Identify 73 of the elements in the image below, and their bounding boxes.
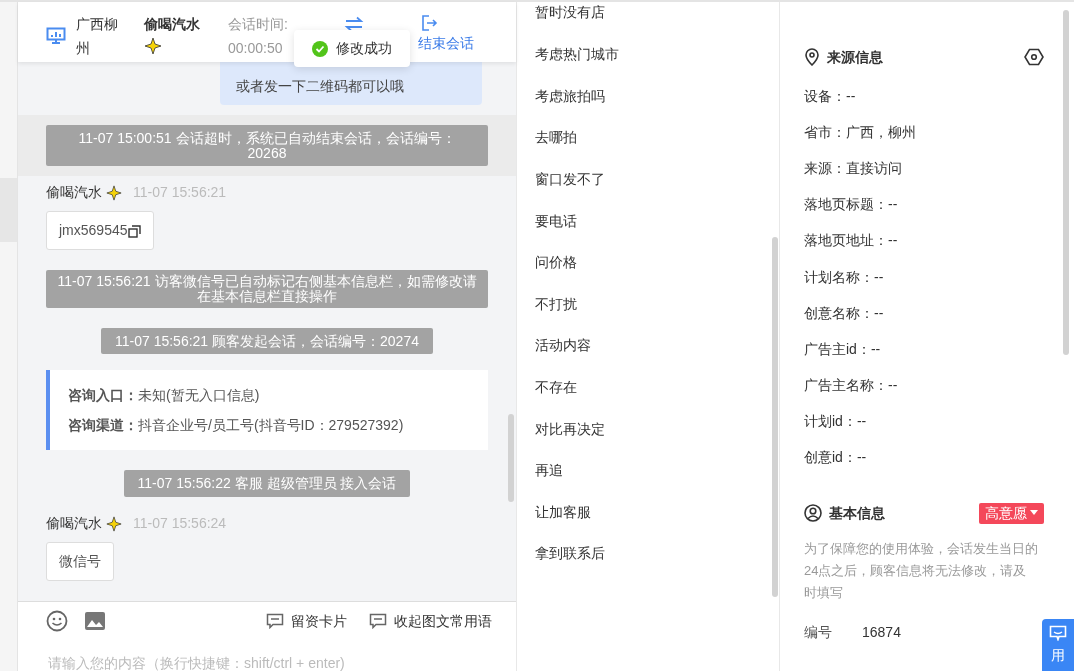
- composer-tool-button[interactable]: 收起图文常用语: [369, 610, 492, 632]
- section-title: 来源信息: [827, 47, 884, 67]
- info-line: 咨询入口：未知(暂无入口信息): [68, 386, 261, 406]
- source-field: 计划名称：--: [804, 258, 1044, 296]
- source-field: 来源：直接访问: [804, 150, 1044, 187]
- section-title: 基本信息: [829, 503, 886, 523]
- source-field: 落地页标题：--: [804, 186, 1044, 223]
- timer-label: 会话时间:: [228, 15, 289, 34]
- source-field: 创意名称：--: [804, 295, 1044, 332]
- location-pin-icon: [804, 48, 820, 66]
- message-time: 11-07 15:56:21: [133, 183, 227, 203]
- caret-icon: [1030, 509, 1038, 516]
- quick-reply-item[interactable]: 考虑热门城市: [535, 34, 761, 76]
- quick-reply-item[interactable]: 不存在: [535, 366, 761, 409]
- source-field: 创意id：--: [804, 439, 1044, 477]
- quick-reply-item[interactable]: 考虑旅拍吗: [535, 75, 761, 118]
- info-line: 咨询渠道：抖音企业号/员工号(抖音号ID：279527392): [68, 416, 405, 436]
- scrollbar[interactable]: [508, 414, 514, 502]
- emoji-icon[interactable]: [46, 610, 68, 632]
- quick-reply-item[interactable]: 要电话: [535, 200, 761, 242]
- quick-reply-item[interactable]: 不打扰: [535, 283, 761, 326]
- quick-reply-item[interactable]: 让加客服: [535, 491, 761, 534]
- message-icon: [266, 613, 284, 629]
- check-circle-icon: [312, 40, 328, 57]
- message-bubble: 或者发一下二维码都可以哦: [220, 62, 482, 105]
- sender-name: 偷喝汽水: [46, 514, 102, 534]
- scrollbar[interactable]: [772, 237, 778, 597]
- sender-name: 偷喝汽水: [46, 183, 102, 203]
- info-note: 为了保障您的使用体验，会话发生当日的24点之后，顾客信息将无法修改，请及时填写: [804, 540, 1038, 603]
- image-icon[interactable]: [84, 611, 106, 631]
- source-field: 广告主id：--: [804, 331, 1044, 368]
- settings-icon[interactable]: [1024, 48, 1044, 66]
- composer-tool-button[interactable]: 留资卡片: [266, 610, 347, 632]
- transfer-icon[interactable]: [344, 16, 364, 32]
- quick-reply-item[interactable]: 活动内容: [535, 325, 761, 367]
- quick-reply-item[interactable]: 拿到联系后: [535, 533, 761, 575]
- field-value: 16874: [862, 622, 901, 642]
- visitor-location: 广西柳州: [76, 15, 119, 58]
- success-toast: 修改成功: [294, 30, 410, 67]
- source-field: 落地页地址：--: [804, 222, 1044, 259]
- visitor-name: 偷喝汽水: [144, 16, 200, 32]
- source-field: 省市：广西，柳州: [804, 114, 1044, 151]
- exit-icon: [420, 14, 438, 32]
- system-notice: 11-07 15:56:22 客服 超级管理员 接入会话: [123, 470, 411, 498]
- system-notice: 11-07 15:00:51 会话超时，系统已自动结束会话，会话编号：20268: [46, 125, 488, 167]
- quick-reply-item[interactable]: 对比再决定: [535, 408, 761, 450]
- field-label: 编号: [804, 622, 833, 642]
- sparkle-icon: [105, 184, 122, 201]
- source-field: 计划id：--: [804, 403, 1044, 440]
- quick-reply-item[interactable]: 再追: [535, 449, 761, 492]
- message-box: 微信号: [46, 542, 114, 582]
- monitor-icon: [46, 27, 66, 45]
- quick-reply-item[interactable]: 去哪拍: [535, 117, 761, 159]
- message-time: 11-07 15:56:24: [133, 514, 227, 534]
- intent-dropdown[interactable]: 高意愿: [979, 502, 1044, 524]
- system-notice: 11-07 15:56:21 访客微信号已自动标记右侧基本信息栏，如需修改请在基本信息栏直接操作: [46, 270, 488, 308]
- quick-reply-item[interactable]: 窗口发不了: [535, 158, 761, 201]
- source-field: 广告主名称：--: [804, 367, 1044, 404]
- sparkle-icon: [105, 515, 122, 532]
- message-icon: [369, 613, 387, 629]
- system-notice: 11-07 15:56:21 顾客发起会话，会话编号：20274: [101, 327, 433, 355]
- scrollbar[interactable]: [1063, 10, 1069, 355]
- source-field: 设备：--: [804, 78, 1044, 115]
- float-service-button[interactable]: 用: [1042, 619, 1074, 671]
- quick-reply-item[interactable]: 问价格: [535, 241, 761, 284]
- chat-icon: [1049, 625, 1067, 641]
- timer-value: 00:00:50: [228, 39, 284, 58]
- copy-icon[interactable]: [127, 225, 141, 239]
- user-icon: [804, 504, 822, 523]
- quick-reply-item[interactable]: 暂时没有店: [535, 2, 761, 34]
- sparkle-icon: [144, 37, 162, 56]
- end-session-button[interactable]: 结束会话: [418, 14, 474, 54]
- message-box: jmx569545: [46, 211, 154, 251]
